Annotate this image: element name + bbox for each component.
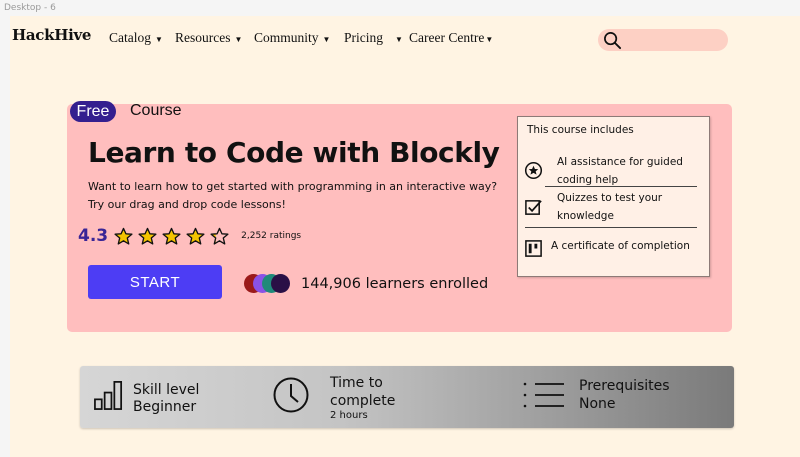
checkbox-icon [525, 200, 542, 215]
skill-level-value: Beginner [133, 399, 197, 415]
prerequisites-value: None [579, 396, 616, 412]
nav-career-centre[interactable]: Career Centre ▼ [409, 30, 493, 46]
bar-chart-icon [94, 381, 123, 410]
rating-row: 4.3 2,252 ratings [78, 226, 301, 246]
caret-down-icon: ▼ [234, 34, 243, 44]
nav-label: Catalog [109, 30, 151, 45]
star-circle-icon [524, 161, 543, 180]
free-badge: Free [70, 101, 116, 122]
list-icon [523, 382, 564, 408]
star-icon [210, 227, 229, 245]
divider [545, 186, 697, 187]
include-item-text: Quizzes to test your [557, 192, 663, 204]
course-type-label: Course [130, 102, 182, 119]
ratings-count: 2,252 ratings [241, 231, 302, 241]
search-input[interactable] [626, 34, 721, 46]
course-title: Learn to Code with Blockly [88, 136, 500, 169]
nav-label: Pricing [344, 30, 383, 45]
caret-down-icon: ▼ [155, 34, 163, 44]
caret-down-icon: ▼ [485, 34, 494, 44]
certificate-icon [525, 240, 542, 257]
rating-value: 4.3 [78, 226, 109, 246]
star-icon [162, 227, 181, 245]
search-icon[interactable] [603, 31, 622, 50]
include-item-certificate: A certificate of completion [551, 237, 690, 255]
includes-title: This course includes [527, 124, 634, 136]
nav-label: Career Centre [409, 30, 485, 45]
course-info-bar: Skill level Beginner Time to complete 2 … [80, 366, 734, 428]
include-item-text: AI assistance for guided [557, 156, 683, 168]
clock-icon [273, 377, 309, 413]
include-item-quizzes: Quizzes to test your knowledge [557, 189, 662, 225]
nav-label: Community [254, 30, 319, 45]
nav-pricing[interactable]: Pricing ▼ [344, 30, 403, 46]
learners-enrolled: 144,906 learners enrolled [301, 276, 489, 292]
time-label: Time to [330, 375, 383, 391]
caret-down-icon: ▼ [322, 34, 331, 44]
include-item-ai: AI assistance for guided coding help [557, 153, 683, 189]
caret-down-icon: ▼ [395, 34, 403, 44]
include-item-text: A certificate of completion [551, 240, 690, 252]
frame-label: Desktop - 6 [4, 3, 56, 13]
course-description: Want to learn how to get started with pr… [88, 180, 498, 211]
time-label: complete [330, 393, 396, 409]
include-item-text: knowledge [557, 210, 614, 222]
star-icon [186, 227, 205, 245]
nav-community[interactable]: Community ▼ [254, 30, 330, 46]
course-includes-box: This course includes AI assistance for g… [517, 116, 710, 277]
learner-avatars [244, 274, 294, 294]
nav-resources[interactable]: Resources ▼ [175, 30, 242, 46]
search-bar[interactable] [598, 29, 728, 51]
avatar [271, 274, 290, 293]
star-icon [138, 227, 157, 245]
star-icon [114, 227, 133, 245]
star-rating [114, 227, 234, 246]
divider [525, 227, 697, 228]
prerequisites-label: Prerequisites [579, 378, 670, 394]
page-canvas: HackHive Catalog ▼ Resources ▼ Community ▼ … [10, 16, 800, 457]
time-value: 2 hours [330, 410, 368, 421]
nav-catalog[interactable]: Catalog ▼ [109, 30, 163, 46]
logo[interactable]: HackHive [12, 26, 91, 44]
start-button[interactable]: START [88, 265, 222, 299]
nav-label: Resources [175, 30, 231, 45]
skill-level-label: Skill level [133, 382, 200, 398]
